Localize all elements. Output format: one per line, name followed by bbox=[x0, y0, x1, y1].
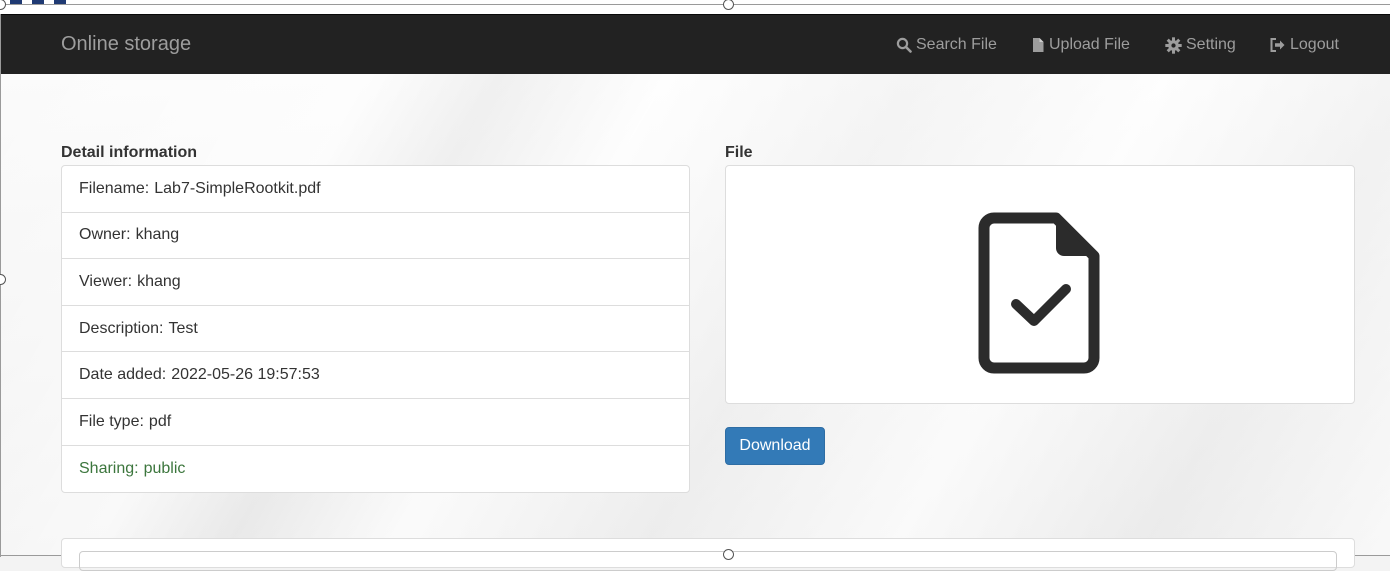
filename-label: Filename: bbox=[79, 179, 150, 197]
list-item: Date added: 2022-05-26 19:57:53 bbox=[62, 352, 689, 399]
nav-upload-file[interactable]: Upload File bbox=[1031, 34, 1130, 56]
nav-logout[interactable]: Logout bbox=[1269, 34, 1339, 56]
nav-label: Upload File bbox=[1049, 36, 1130, 53]
list-item: Owner: khang bbox=[62, 213, 689, 260]
sharing-value: public bbox=[143, 459, 186, 477]
owner-value: khang bbox=[135, 226, 180, 244]
detail-heading: Detail information bbox=[61, 144, 198, 161]
file-check-icon bbox=[978, 212, 1102, 379]
nav-label: Search File bbox=[916, 36, 997, 53]
nav-label: Logout bbox=[1290, 36, 1339, 53]
gear-icon bbox=[1165, 36, 1182, 54]
resize-handle[interactable] bbox=[723, 549, 734, 560]
navbar-brand[interactable]: Online storage bbox=[61, 33, 191, 56]
owner-label: Owner: bbox=[79, 226, 131, 244]
navbar: Online storage Search File Upload File S… bbox=[1, 14, 1390, 74]
search-icon bbox=[896, 37, 912, 53]
date-added-value: 2022-05-26 19:57:53 bbox=[171, 366, 320, 384]
description-label: Description: bbox=[79, 319, 164, 337]
nav-search-file[interactable]: Search File bbox=[896, 34, 997, 56]
detail-list: Filename: Lab7-SimpleRootkit.pdf Owner: … bbox=[61, 165, 690, 494]
selection-border-top bbox=[0, 4, 1390, 5]
sharing-label: Sharing: bbox=[79, 459, 139, 477]
nav-label: Setting bbox=[1186, 36, 1236, 53]
download-button[interactable]: Download bbox=[725, 427, 825, 465]
description-value: Test bbox=[168, 319, 198, 337]
bottom-panel-field bbox=[79, 551, 1337, 571]
list-item: Sharing: public bbox=[62, 446, 689, 493]
file-icon bbox=[1031, 37, 1045, 53]
file-preview-panel bbox=[725, 165, 1355, 404]
list-item: File type: pdf bbox=[62, 399, 689, 446]
logout-icon bbox=[1269, 37, 1286, 53]
bottom-panel bbox=[61, 538, 1355, 571]
date-added-label: Date added: bbox=[79, 366, 167, 384]
list-item: Description: Test bbox=[62, 306, 689, 353]
list-item: Filename: Lab7-SimpleRootkit.pdf bbox=[62, 166, 689, 213]
file-type-value: pdf bbox=[148, 412, 172, 430]
file-heading: File bbox=[725, 144, 753, 161]
viewer-value: khang bbox=[137, 272, 181, 290]
list-item: Viewer: khang bbox=[62, 259, 689, 306]
nav-setting[interactable]: Setting bbox=[1165, 34, 1236, 56]
editor-frame-top bbox=[0, 0, 1390, 14]
viewer-label: Viewer: bbox=[79, 272, 133, 290]
filename-value: Lab7-SimpleRootkit.pdf bbox=[154, 179, 321, 197]
file-type-label: File type: bbox=[79, 412, 144, 430]
